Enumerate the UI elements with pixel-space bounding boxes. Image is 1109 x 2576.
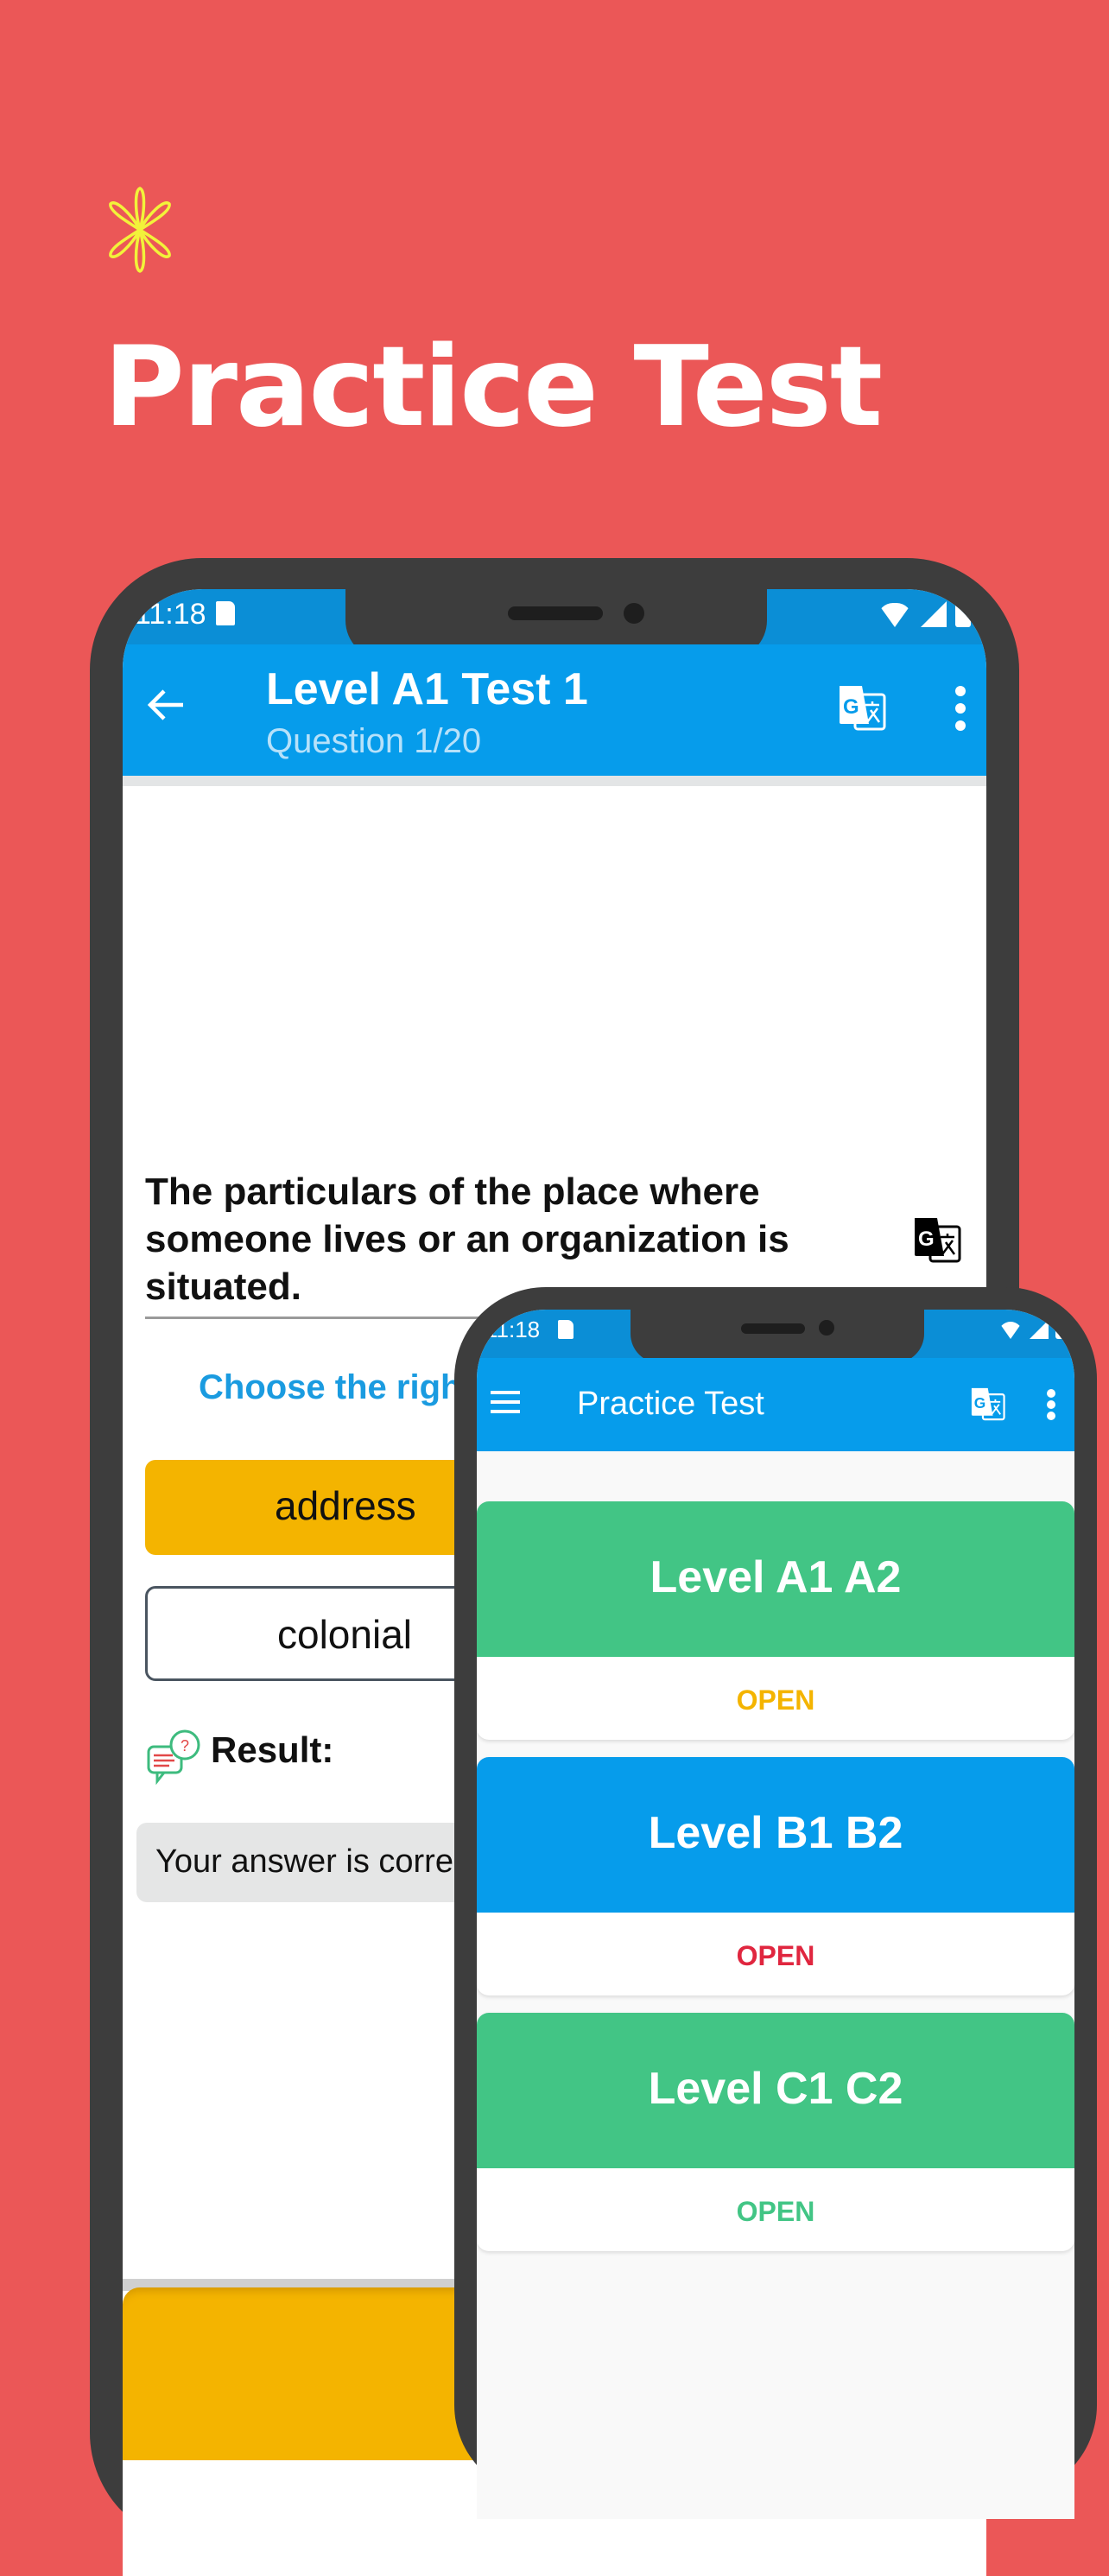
camera-notch [631, 1310, 924, 1363]
status-time: 11:18 [135, 598, 206, 631]
hero-title: Practice Test [104, 323, 883, 452]
open-button[interactable]: OPEN [477, 1685, 1074, 1716]
hamburger-menu-icon[interactable] [491, 1391, 520, 1413]
more-vert-icon[interactable] [955, 686, 966, 731]
google-translate-icon[interactable]: G [836, 682, 886, 733]
google-translate-icon[interactable]: G [910, 1215, 962, 1265]
appbar-shadow [123, 776, 986, 786]
level-card-header: Level C1 C2 [477, 2013, 1074, 2168]
speaker-grille [741, 1323, 805, 1334]
more-vert-icon[interactable] [1047, 1389, 1055, 1420]
levels-screen: 11:18 Practice Test G Level A1 A2 OPEN L… [477, 1310, 1074, 2519]
result-message: Your answer is correct [155, 1843, 479, 1880]
google-translate-icon[interactable]: G [969, 1386, 1005, 1422]
cellular-icon [921, 601, 947, 627]
answer-option-label: address [275, 1483, 416, 1528]
phone-frame-menu: 11:18 Practice Test G Level A1 A2 OPEN L… [454, 1287, 1097, 2519]
question-counter: Question 1/20 [266, 722, 482, 760]
app-bar: Level A1 Test 1 Question 1/20 G [123, 644, 986, 776]
battery-icon [955, 601, 971, 627]
chat-question-icon: ? [147, 1729, 200, 1785]
level-title: Level C1 C2 [648, 2064, 903, 2114]
level-card-header: Level A1 A2 [477, 1501, 1074, 1657]
level-card[interactable]: Level C1 C2 OPEN [477, 2013, 1074, 2251]
result-label: Result: [211, 1729, 334, 1770]
level-card-header: Level B1 B2 [477, 1757, 1074, 1913]
level-title: Level A1 A2 [650, 1552, 902, 1602]
svg-text:?: ? [181, 1737, 189, 1754]
screen-title: Level A1 Test 1 [266, 664, 588, 714]
status-time: 11:18 [485, 1317, 541, 1342]
front-camera [624, 603, 644, 624]
sd-card-icon [216, 601, 235, 625]
svg-text:G: G [974, 1394, 986, 1412]
sd-card-icon [558, 1320, 574, 1339]
arrow-back-icon[interactable] [143, 682, 188, 727]
screen-title: Practice Test [577, 1386, 764, 1422]
answer-option-label: colonial [277, 1612, 412, 1657]
svg-text:G: G [918, 1228, 935, 1251]
open-button[interactable]: OPEN [477, 2196, 1074, 2228]
battery-icon [1055, 1320, 1066, 1339]
open-button[interactable]: OPEN [477, 1940, 1074, 1972]
cellular-icon [1030, 1320, 1049, 1339]
wifi-icon [998, 1322, 1023, 1339]
level-card[interactable]: Level A1 A2 OPEN [477, 1501, 1074, 1740]
wifi-icon [878, 603, 912, 627]
speaker-grille [508, 606, 603, 620]
level-card[interactable]: Level B1 B2 OPEN [477, 1757, 1074, 1995]
front-camera [819, 1320, 834, 1336]
app-bar: Practice Test G [477, 1358, 1074, 1451]
svg-text:G: G [843, 695, 859, 719]
level-title: Level B1 B2 [648, 1808, 903, 1858]
flower-outline-icon [109, 187, 171, 273]
